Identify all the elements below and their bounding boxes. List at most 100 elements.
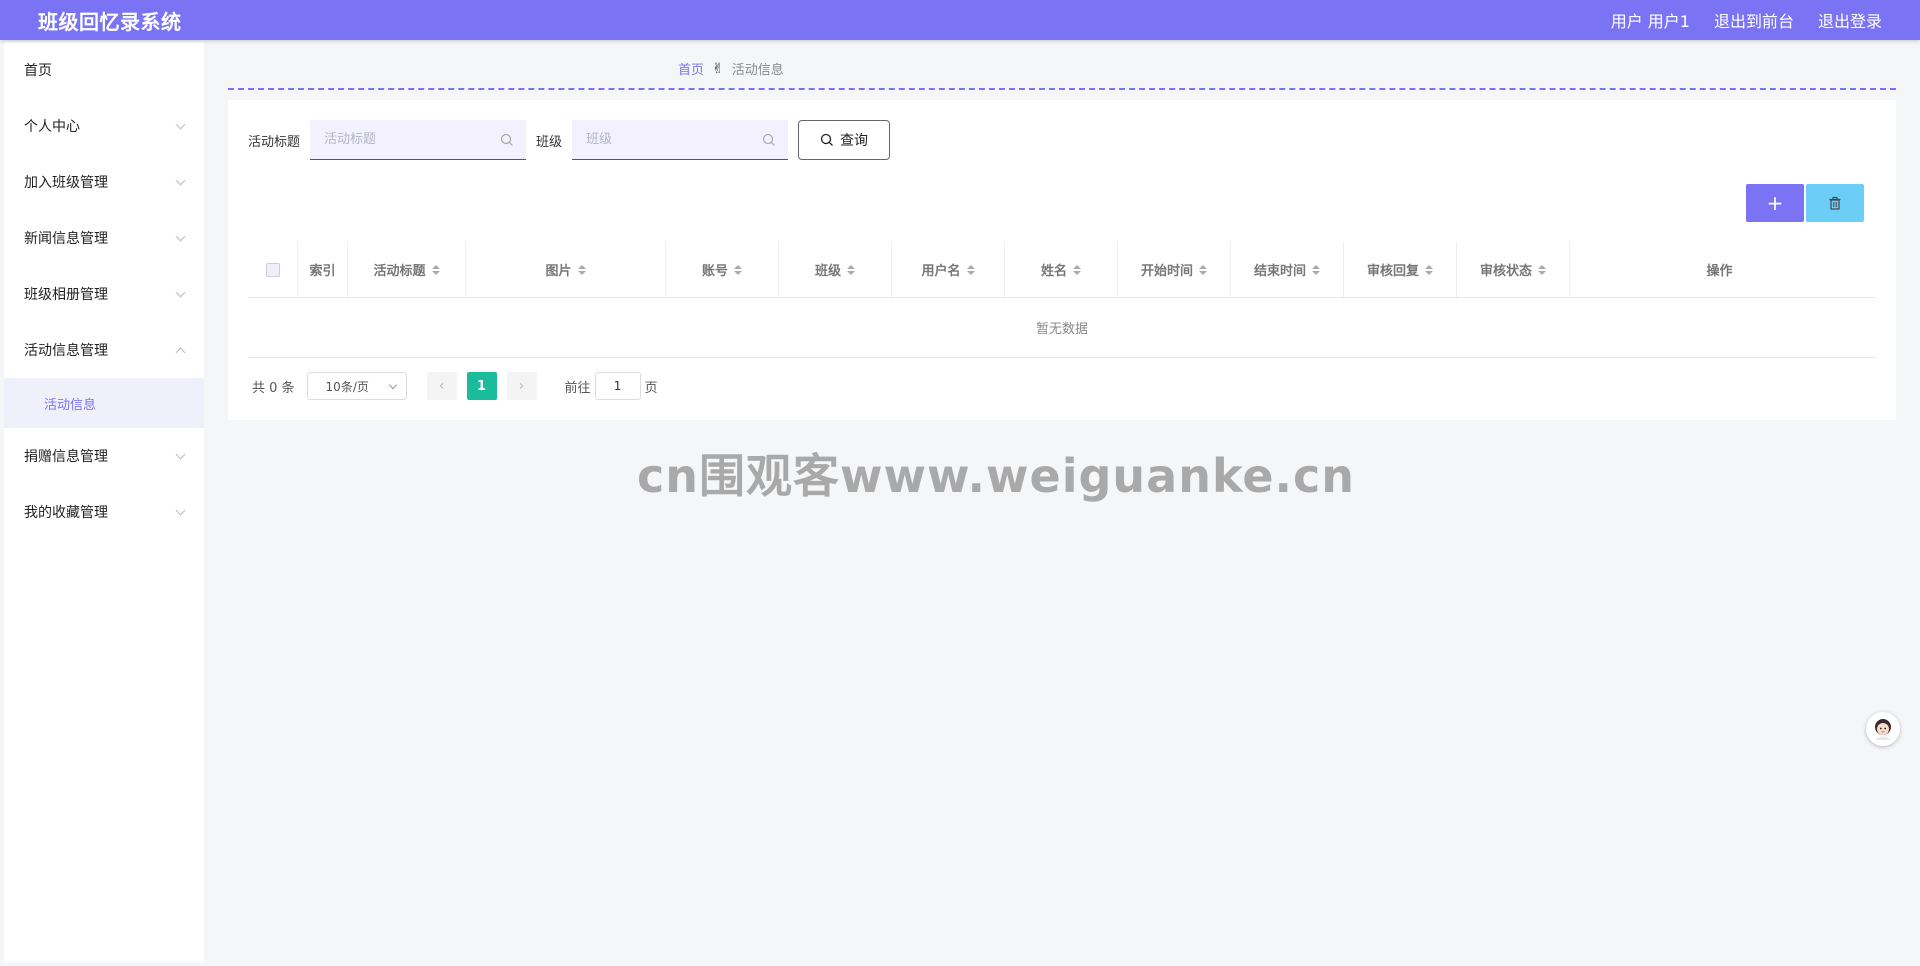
column-header-label: 结束时间 <box>1253 264 1306 279</box>
title-search-box <box>310 120 527 160</box>
page-number-current[interactable]: 1 <box>466 372 497 400</box>
sidebar-item-activity[interactable]: 活动信息管理 <box>4 322 204 378</box>
search-row: 活动标题 班级 查询 <box>248 120 891 160</box>
sort-icon[interactable] <box>1538 264 1546 275</box>
chevron-down-icon <box>175 175 186 185</box>
sort-icon[interactable] <box>431 264 440 275</box>
search-icon <box>500 133 513 146</box>
sidebar-item-album[interactable]: 班级相册管理 <box>4 266 204 322</box>
sort-icon[interactable] <box>1312 264 1320 275</box>
prev-page-button[interactable]: ‹ <box>426 372 457 400</box>
column-header[interactable]: 班级 <box>779 242 892 297</box>
page-size-value: 10条/页 <box>325 379 369 394</box>
chevron-left-icon: ‹ <box>438 378 445 394</box>
goto-page-input[interactable]: 1 <box>594 372 641 400</box>
column-header-label: 活动标题 <box>373 264 426 279</box>
column-header-label: 操作 <box>1706 264 1733 279</box>
sidebar-item-label: 捐赠信息管理 <box>24 449 108 465</box>
delete-button[interactable] <box>1806 184 1864 222</box>
sidebar-item-label: 班级相册管理 <box>24 287 108 303</box>
select-all-cell <box>248 242 298 297</box>
sidebar-item-join-class[interactable]: 加入班级管理 <box>4 154 204 210</box>
goto-suffix: 页 <box>644 380 658 396</box>
top-header: 班级回忆录系统 用户 用户1 退出到前台 退出登录 <box>0 0 1920 40</box>
chevron-down-icon <box>175 231 186 241</box>
title-search-input[interactable] <box>324 132 485 147</box>
next-page-button[interactable]: › <box>506 372 537 400</box>
logout-link[interactable]: 退出登录 <box>1818 8 1882 32</box>
column-header[interactable]: 姓名 <box>1005 242 1118 297</box>
sidebar-item-donation[interactable]: 捐赠信息管理 <box>4 428 204 484</box>
column-header-label: 账号 <box>701 264 728 279</box>
plus-icon: + <box>1766 191 1784 215</box>
user-label: 用户 用户1 <box>1610 12 1690 31</box>
breadcrumb-home[interactable]: 首页 <box>678 59 704 78</box>
goto-page: 前往 1 页 <box>565 372 658 400</box>
column-header[interactable]: 结束时间 <box>1231 242 1344 297</box>
chevron-down-icon <box>175 449 186 459</box>
column-header-label: 图片 <box>545 264 572 279</box>
goto-prefix: 前往 <box>564 380 591 396</box>
column-header[interactable]: 图片 <box>466 242 666 297</box>
back-to-front-link[interactable]: 退出到前台 <box>1714 8 1794 32</box>
sidebar-item-news[interactable]: 新闻信息管理 <box>4 210 204 266</box>
search-icon <box>820 133 833 146</box>
data-table: 索引 活动标题 图片 账号 班级 用户名 姓名 开始时间 结束时间 审核回复 审… <box>248 242 1876 358</box>
column-header[interactable]: 审核状态 <box>1457 242 1570 297</box>
assistant-avatar[interactable] <box>1866 712 1900 746</box>
column-header: 索引 <box>298 242 348 297</box>
class-search-box <box>572 120 789 160</box>
column-header-label: 审核回复 <box>1366 264 1419 279</box>
column-header[interactable]: 用户名 <box>892 242 1005 297</box>
sidebar-item-personal-center[interactable]: 个人中心 <box>4 98 204 154</box>
sidebar-item-label: 加入班级管理 <box>24 175 108 191</box>
sidebar-item-favorites[interactable]: 我的收藏管理 <box>4 484 204 540</box>
page-size-select[interactable]: 10条/页 <box>306 372 407 400</box>
chevron-down-icon <box>175 119 186 129</box>
query-button-label: 查询 <box>840 133 869 149</box>
column-header-label: 用户名 <box>921 264 961 279</box>
column-header[interactable]: 审核回复 <box>1344 242 1457 297</box>
sidebar-item-label: 我的收藏管理 <box>24 505 108 521</box>
avatar-icon <box>1875 719 1891 740</box>
trash-icon <box>1829 196 1841 210</box>
class-search-input[interactable] <box>586 132 747 147</box>
sort-icon[interactable] <box>847 264 855 275</box>
sidebar-item-label: 首页 <box>24 63 52 79</box>
class-search-label: 班级 <box>536 134 563 150</box>
sidebar: 首页 个人中心 加入班级管理 新闻信息管理 班级相册管理 活动信息管理 活动信息… <box>4 42 204 962</box>
sort-icon[interactable] <box>577 264 586 275</box>
query-button[interactable]: 查询 <box>798 120 891 160</box>
sidebar-subitem-activity-info[interactable]: 活动信息 <box>4 378 204 428</box>
column-header[interactable]: 开始时间 <box>1118 242 1231 297</box>
column-header-label: 开始时间 <box>1140 264 1193 279</box>
chevron-down-icon <box>388 380 397 389</box>
chevron-right-icon: › <box>518 378 525 394</box>
header-right: 用户 用户1 退出到前台 退出登录 <box>1611 8 1882 32</box>
sort-icon[interactable] <box>1073 264 1081 275</box>
column-header: 操作 <box>1570 242 1869 297</box>
sort-icon[interactable] <box>1199 264 1207 275</box>
watermark: cn围观客www.weiguanke.cn <box>637 449 1356 503</box>
column-header-label: 姓名 <box>1040 264 1067 279</box>
add-button[interactable]: + <box>1746 184 1804 222</box>
sort-icon[interactable] <box>1425 264 1433 275</box>
divider <box>228 88 1896 90</box>
column-header[interactable]: 活动标题 <box>348 242 466 297</box>
sidebar-item-home[interactable]: 首页 <box>4 42 204 98</box>
search-icon <box>762 133 775 146</box>
hand-icon: ✌ <box>712 60 724 77</box>
title-search-label: 活动标题 <box>248 134 301 150</box>
sort-icon[interactable] <box>734 264 742 275</box>
column-header[interactable]: 账号 <box>666 242 779 297</box>
sidebar-item-label: 个人中心 <box>24 119 80 135</box>
breadcrumb-current: 活动信息 <box>731 63 784 78</box>
select-all-checkbox[interactable] <box>265 262 280 277</box>
sort-icon[interactable] <box>966 264 975 275</box>
pagination-total: 共 0 条 <box>252 380 295 396</box>
chevron-down-icon <box>175 505 186 515</box>
column-header-label: 索引 <box>309 264 336 279</box>
content-panel: 活动标题 班级 查询 + <box>228 100 1896 420</box>
app-title: 班级回忆录系统 <box>38 9 182 34</box>
sidebar-item-label: 新闻信息管理 <box>24 231 108 247</box>
